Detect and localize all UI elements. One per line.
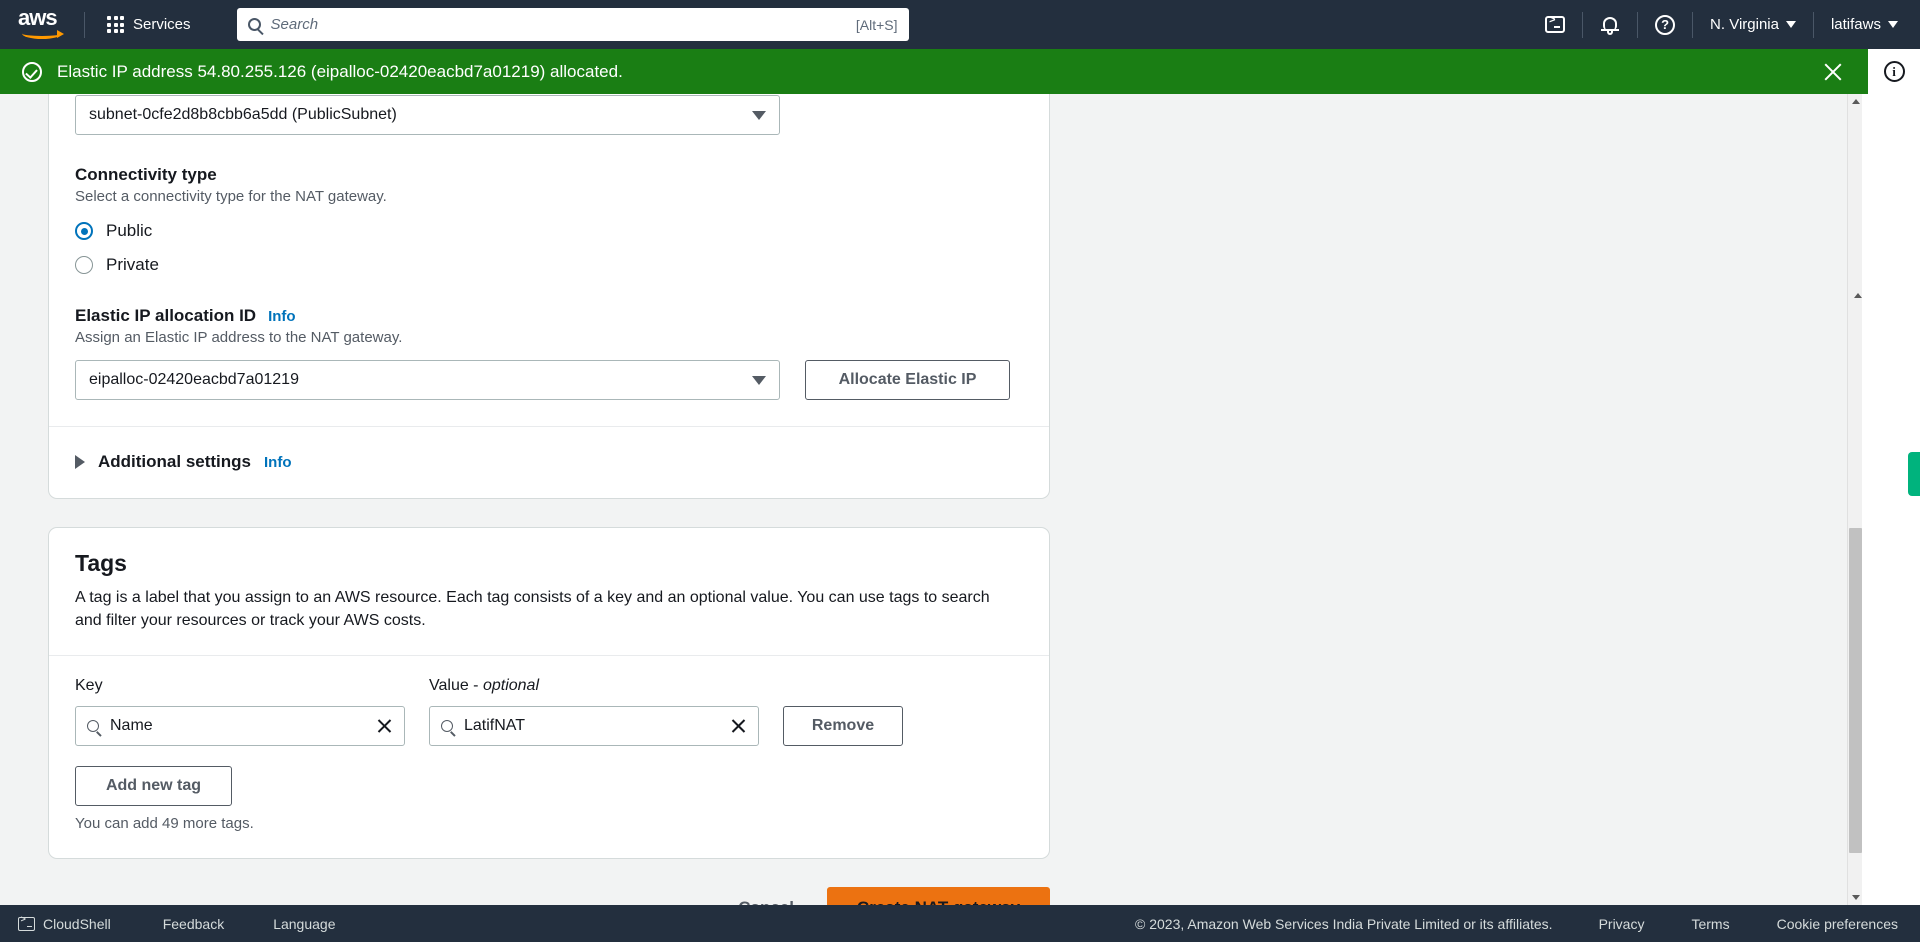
search-icon xyxy=(87,720,99,733)
subnet-select-value: subnet-0cfe2d8b8cbb6a5dd (PublicSubnet) xyxy=(89,106,397,123)
tag-value-input-wrapper[interactable] xyxy=(429,706,759,747)
chevron-down-icon xyxy=(1785,21,1796,28)
tag-key-input[interactable] xyxy=(110,717,365,736)
table-row: Remove xyxy=(75,706,1023,747)
help-button[interactable]: ? xyxy=(1638,0,1692,49)
tags-description: A tag is a label that you assign to an A… xyxy=(75,589,990,630)
content-vertical-scrollbar[interactable] xyxy=(1847,94,1862,905)
chevron-down-icon xyxy=(1888,21,1898,28)
additional-settings-label: Additional settings xyxy=(98,452,251,471)
grid-icon xyxy=(107,16,124,33)
account-label: latifaws xyxy=(1830,16,1881,33)
nat-gateway-form-column: subnet-0cfe2d8b8cbb6a5dd (PublicSubnet) … xyxy=(48,94,1050,905)
clear-x-icon[interactable] xyxy=(376,718,393,735)
notification-message: Elastic IP address 54.80.255.126 (eipall… xyxy=(57,61,623,81)
tag-value-input[interactable] xyxy=(464,717,719,736)
services-menu-label: Services xyxy=(133,16,191,33)
connectivity-option-private[interactable]: Private xyxy=(75,255,1023,275)
radio-private-label: Private xyxy=(106,255,159,274)
tags-panel: Tags A tag is a label that you assign to… xyxy=(48,527,1050,860)
aws-logo-smile xyxy=(22,28,64,39)
footer-copyright: © 2023, Amazon Web Services India Privat… xyxy=(1135,915,1553,932)
aws-logo-text: aws xyxy=(18,4,58,30)
remove-tag-button[interactable]: Remove xyxy=(783,706,903,747)
aws-logo[interactable]: aws xyxy=(18,4,70,42)
radio-private[interactable] xyxy=(75,256,93,274)
success-notification-banner: Elastic IP address 54.80.255.126 (eipall… xyxy=(0,49,1868,94)
chevron-down-icon xyxy=(752,375,766,385)
chevron-down-icon xyxy=(752,110,766,120)
main-content-area: subnet-0cfe2d8b8cbb6a5dd (PublicSubnet) … xyxy=(0,94,1862,905)
tag-value-header: Value - optional xyxy=(429,677,759,695)
notifications-button[interactable] xyxy=(1583,0,1637,49)
footer-cookie-preferences-link[interactable]: Cookie preferences xyxy=(1777,916,1898,932)
footer-cloudshell-label: CloudShell xyxy=(43,915,111,932)
radio-public[interactable] xyxy=(75,222,93,240)
subnet-select[interactable]: subnet-0cfe2d8b8cbb6a5dd (PublicSubnet) xyxy=(75,95,780,135)
cloudshell-icon xyxy=(1545,15,1566,33)
services-menu-button[interactable]: Services xyxy=(99,10,199,39)
nav-divider xyxy=(84,11,85,38)
tags-remaining-hint: You can add 49 more tags. xyxy=(75,815,254,833)
elastic-ip-allocation-value: eipalloc-02420eacbd7a01219 xyxy=(89,371,299,388)
tag-value-header-optional: optional xyxy=(482,677,539,695)
search-input[interactable] xyxy=(270,16,856,33)
cloudshell-icon xyxy=(18,915,35,931)
footer-language-link[interactable]: Language xyxy=(273,916,335,932)
form-actions: Cancel Create NAT gateway xyxy=(48,887,1050,905)
search-icon xyxy=(441,720,453,733)
region-selector[interactable]: N. Virginia xyxy=(1693,0,1813,49)
scroll-up-arrow-icon[interactable] xyxy=(1848,94,1863,109)
bell-icon xyxy=(1600,15,1620,35)
page-footer: CloudShell Feedback Language © 2023, Ama… xyxy=(0,905,1920,942)
clear-x-icon[interactable] xyxy=(730,718,747,735)
close-notification-button[interactable] xyxy=(1820,59,1846,85)
additional-settings-expander[interactable]: Additional settings Info xyxy=(75,452,1023,472)
tag-value-header-text: Value - xyxy=(429,677,483,695)
top-nav-right-group: ? N. Virginia latifaws xyxy=(1528,0,1920,49)
footer-cloudshell-link[interactable]: CloudShell xyxy=(18,915,111,932)
tags-title: Tags xyxy=(75,550,127,576)
footer-feedback-link[interactable]: Feedback xyxy=(163,916,224,932)
additional-settings-info-link[interactable]: Info xyxy=(264,454,292,471)
top-navigation-bar: aws Services [Alt+S] ? N. Virginia latif… xyxy=(0,0,1920,49)
connectivity-type-description: Select a connectivity type for the NAT g… xyxy=(75,188,387,205)
help-icon: ? xyxy=(1655,14,1676,35)
create-nat-gateway-button[interactable]: Create NAT gateway xyxy=(827,887,1050,905)
scroll-thumb[interactable] xyxy=(1849,528,1862,853)
footer-privacy-link[interactable]: Privacy xyxy=(1599,916,1645,932)
connectivity-type-label: Connectivity type xyxy=(75,165,217,184)
allocate-elastic-ip-button[interactable]: Allocate Elastic IP xyxy=(805,360,1010,400)
elastic-ip-info-link[interactable]: Info xyxy=(268,308,296,325)
feedback-side-tab[interactable] xyxy=(1908,452,1920,496)
info-circle-icon[interactable]: i xyxy=(1883,61,1905,82)
scroll-mini-arrow-icon xyxy=(1850,290,1865,300)
elastic-ip-label: Elastic IP allocation ID xyxy=(75,306,257,325)
cloudshell-button[interactable] xyxy=(1528,0,1582,49)
footer-terms-link[interactable]: Terms xyxy=(1691,916,1729,932)
tag-key-input-wrapper[interactable] xyxy=(75,706,405,747)
tag-key-header: Key xyxy=(75,677,103,695)
search-icon xyxy=(247,18,261,31)
nat-gateway-settings-panel: subnet-0cfe2d8b8cbb6a5dd (PublicSubnet) … xyxy=(48,94,1050,499)
search-shortcut-hint: [Alt+S] xyxy=(855,16,898,33)
success-check-icon xyxy=(22,61,42,82)
scroll-down-arrow-icon[interactable] xyxy=(1848,890,1863,905)
info-panel-strip: i xyxy=(1868,49,1920,94)
global-search-box[interactable]: [Alt+S] xyxy=(236,8,909,41)
region-label: N. Virginia xyxy=(1710,16,1779,33)
account-menu[interactable]: latifaws xyxy=(1814,0,1920,49)
elastic-ip-allocation-select[interactable]: eipalloc-02420eacbd7a01219 xyxy=(75,360,780,400)
radio-public-label: Public xyxy=(106,221,153,240)
elastic-ip-description: Assign an Elastic IP address to the NAT … xyxy=(75,329,403,346)
cancel-button[interactable]: Cancel xyxy=(738,898,794,905)
triangle-right-icon[interactable] xyxy=(75,455,85,469)
connectivity-option-public[interactable]: Public xyxy=(75,221,1023,241)
add-new-tag-button[interactable]: Add new tag xyxy=(75,766,232,807)
